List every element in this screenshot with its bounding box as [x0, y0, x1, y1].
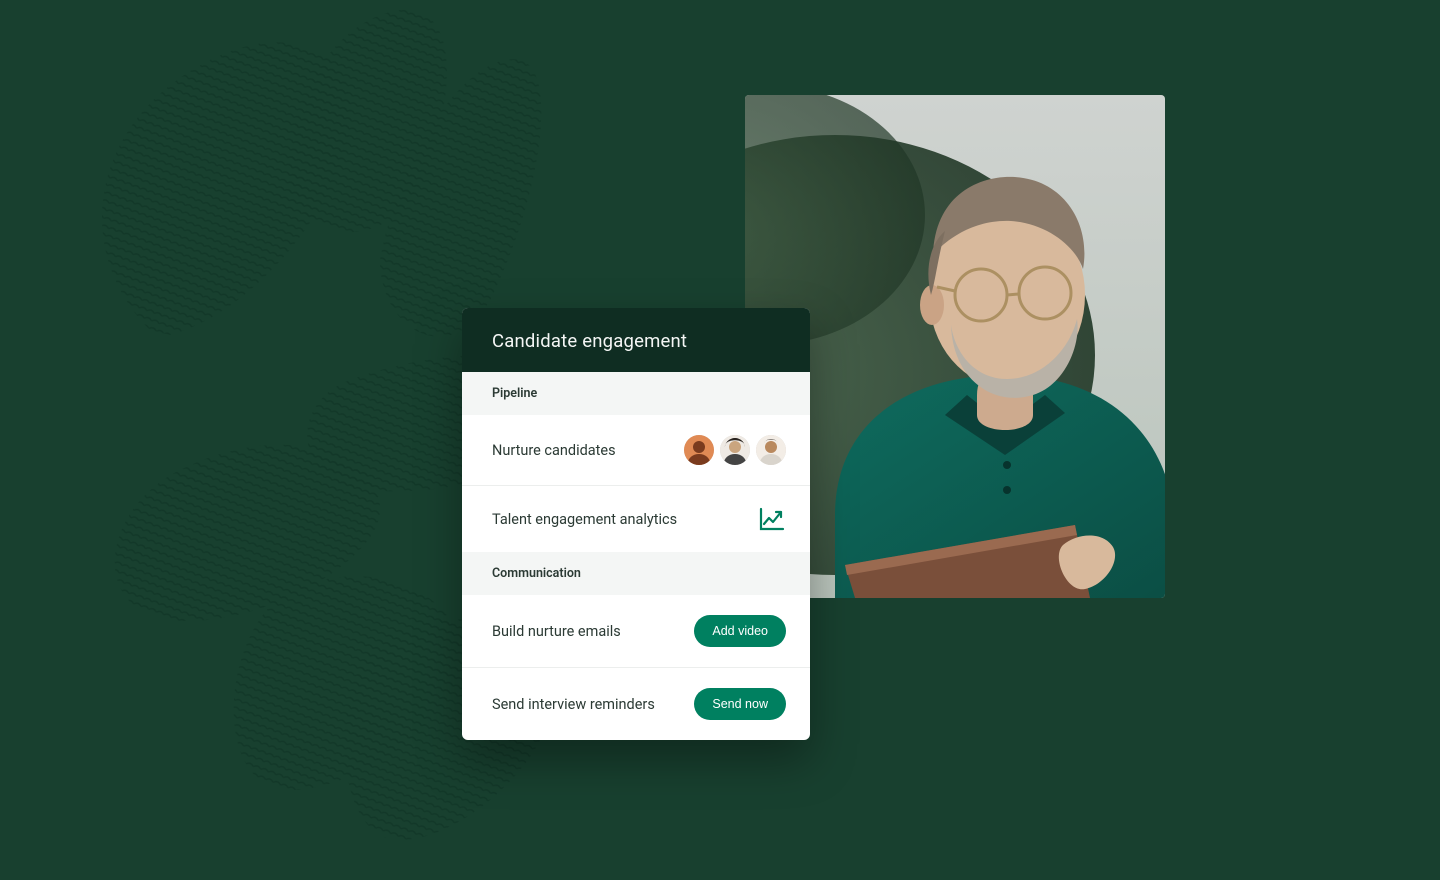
send-now-button[interactable]: Send now: [694, 688, 786, 720]
row-label: Nurture candidates: [492, 442, 616, 459]
section-header-pipeline: Pipeline: [462, 372, 810, 415]
row-talent-engagement-analytics[interactable]: Talent engagement analytics: [462, 485, 810, 552]
row-build-nurture-emails: Build nurture emails Add video: [462, 595, 810, 667]
avatar: [756, 435, 786, 465]
card-title: Candidate engagement: [462, 308, 810, 372]
candidate-engagement-card: Candidate engagement Pipeline Nurture ca…: [462, 308, 810, 740]
avatar: [684, 435, 714, 465]
analytics-up-icon: [758, 506, 786, 532]
add-video-button[interactable]: Add video: [694, 615, 786, 647]
row-send-interview-reminders: Send interview reminders Send now: [462, 667, 810, 740]
section-header-communication: Communication: [462, 552, 810, 595]
row-label: Talent engagement analytics: [492, 511, 677, 528]
row-nurture-candidates[interactable]: Nurture candidates: [462, 415, 810, 485]
avatar-group: [684, 435, 786, 465]
avatar: [720, 435, 750, 465]
row-label: Build nurture emails: [492, 623, 621, 640]
row-label: Send interview reminders: [492, 696, 655, 713]
